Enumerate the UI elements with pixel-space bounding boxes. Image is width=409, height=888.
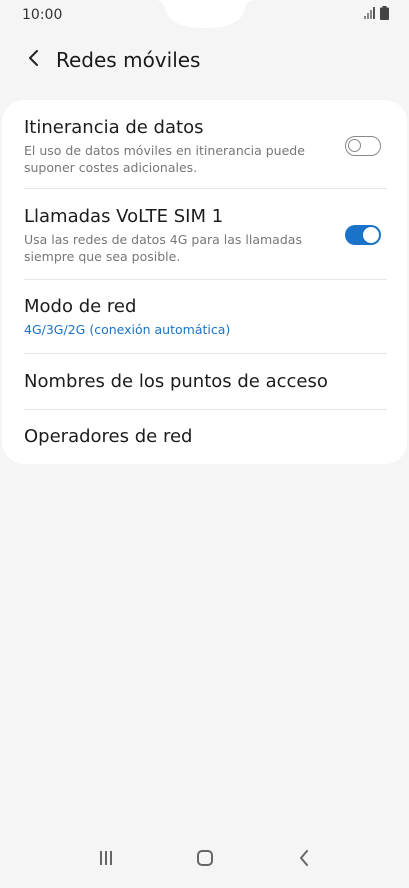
setting-network-mode-texts: Modo de red 4G/3G/2G (conexión automátic… <box>24 295 387 338</box>
setting-title: Llamadas VoLTE SIM 1 <box>24 206 224 227</box>
data-roaming-toggle[interactable] <box>345 136 381 156</box>
chevron-left-icon <box>27 49 41 71</box>
setting-network-mode[interactable]: Modo de red 4G/3G/2G (conexión automátic… <box>24 280 387 354</box>
setting-volte-calls[interactable]: Llamadas VoLTE SIM 1 Usa las redes de da… <box>24 189 387 280</box>
signal-icon <box>364 7 376 23</box>
setting-access-point-names[interactable]: Nombres de los puntos de acceso <box>24 354 387 410</box>
setting-subtitle: Usa las redes de datos 4G para las llama… <box>24 232 302 264</box>
setting-data-roaming[interactable]: Itinerancia de datos El uso de datos móv… <box>24 100 387 189</box>
setting-network-operators[interactable]: Operadores de red <box>24 410 387 464</box>
camera-notch <box>154 0 255 30</box>
setting-title: Itinerancia de datos <box>24 117 204 138</box>
toggle-knob <box>363 227 379 243</box>
setting-volte-calls-texts: Llamadas VoLTE SIM 1 Usa las redes de da… <box>24 205 345 265</box>
back-button[interactable] <box>14 40 54 80</box>
battery-icon <box>380 6 389 24</box>
nav-back-button[interactable] <box>284 840 324 880</box>
toggle-knob <box>348 139 361 152</box>
status-time: 10:00 <box>22 7 63 23</box>
setting-subtitle: El uso de datos móviles en itinerancia p… <box>24 143 305 175</box>
home-button[interactable] <box>185 840 225 880</box>
setting-access-point-names-texts: Nombres de los puntos de acceso <box>24 370 387 394</box>
recents-button[interactable] <box>86 840 126 880</box>
setting-title: Operadores de red <box>24 426 193 447</box>
navigation-bar <box>0 832 409 888</box>
setting-data-roaming-texts: Itinerancia de datos El uso de datos móv… <box>24 116 345 176</box>
status-icons <box>364 6 389 24</box>
app-header: Redes móviles <box>0 40 409 80</box>
page-title: Redes móviles <box>56 48 201 72</box>
recents-icon <box>98 850 114 870</box>
setting-title: Nombres de los puntos de acceso <box>24 370 328 392</box>
volte-toggle[interactable] <box>345 225 381 245</box>
setting-subtitle: 4G/3G/2G (conexión automática) <box>24 322 231 337</box>
settings-card: Itinerancia de datos El uso de datos móv… <box>2 100 407 464</box>
setting-network-operators-texts: Operadores de red <box>24 425 387 449</box>
setting-title: Modo de red <box>24 296 137 317</box>
phone-screen: 10:00 Redes móviles Itinerancia de datos… <box>0 0 409 888</box>
nav-back-icon <box>298 850 310 870</box>
home-icon <box>196 849 214 871</box>
